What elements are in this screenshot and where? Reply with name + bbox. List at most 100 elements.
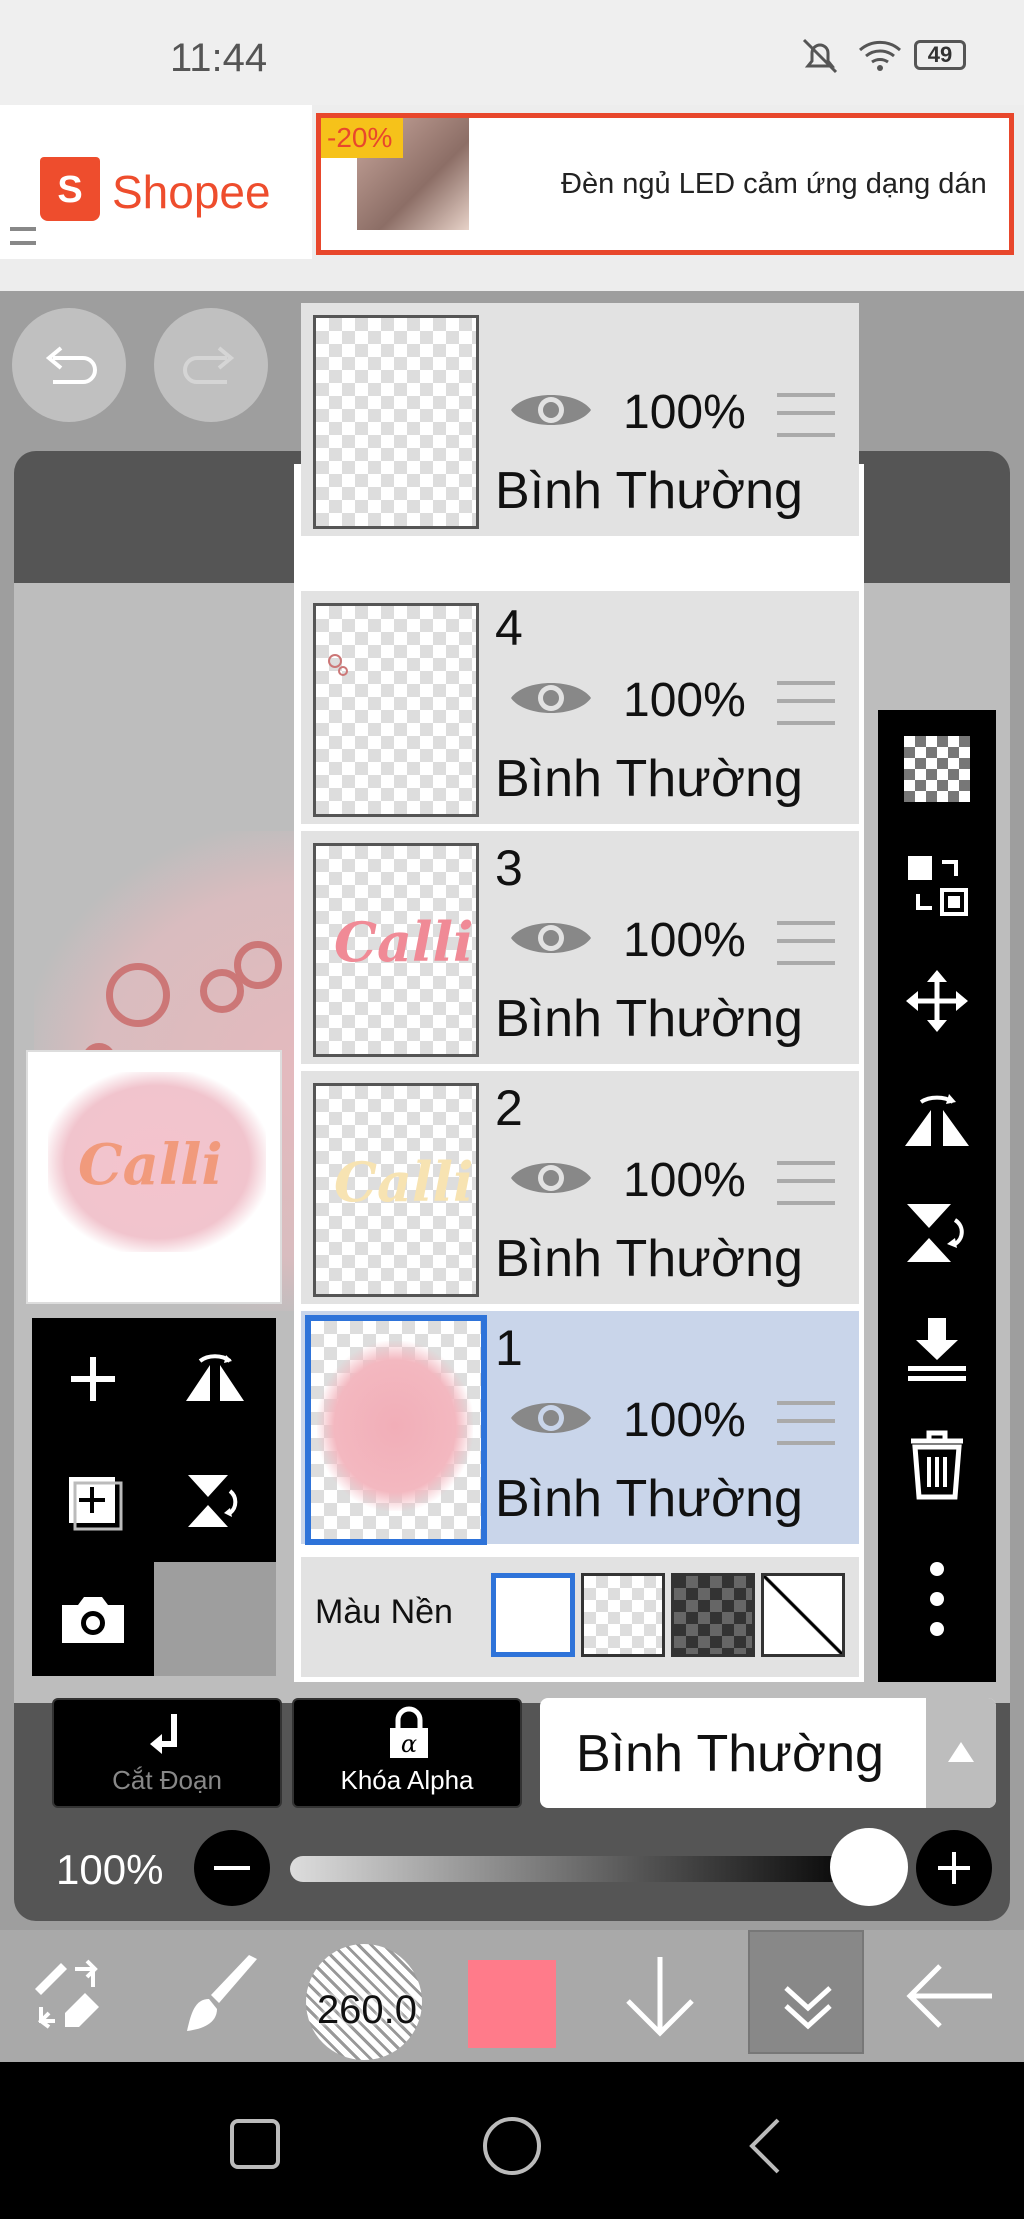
layer-blend-mode: Bình Thường xyxy=(495,1470,803,1528)
thumb-art-text: Calli xyxy=(78,1132,223,1198)
flip-vertical-button[interactable] xyxy=(878,1174,996,1292)
layers-clip xyxy=(297,303,867,467)
shopee-logo[interactable]: S Shopee xyxy=(0,105,312,259)
bg-dark-swatch[interactable] xyxy=(671,1573,755,1657)
blend-mode-value: Bình Thường xyxy=(576,1725,884,1783)
brush-icon xyxy=(187,1955,257,2031)
checker-icon xyxy=(904,736,970,802)
flip-layer-button[interactable] xyxy=(154,1318,276,1440)
opacity-decrease-button[interactable] xyxy=(194,1830,270,1906)
eye-icon[interactable] xyxy=(509,1153,593,1203)
minus-icon xyxy=(214,1866,250,1870)
rotate-flip-button[interactable] xyxy=(154,1440,276,1562)
back-arrow-button[interactable] xyxy=(890,1930,1010,2062)
flip-icon xyxy=(186,1354,244,1401)
bg-white-swatch[interactable] xyxy=(491,1573,575,1657)
blend-mode-select[interactable]: Bình Thường xyxy=(540,1698,996,1808)
undo-button[interactable] xyxy=(12,308,126,422)
brush-tool-button[interactable] xyxy=(160,1930,280,2062)
status-bar: 11:44 49 xyxy=(0,0,1024,105)
status-time: 11:44 xyxy=(170,36,268,80)
camera-button[interactable] xyxy=(32,1562,154,1676)
layer-drag-handle-icon[interactable] xyxy=(777,921,835,965)
transform-button[interactable] xyxy=(878,826,996,944)
blend-mode-arrow[interactable] xyxy=(926,1698,996,1808)
layers-toggle-button[interactable] xyxy=(748,1930,864,2054)
opacity-increase-button[interactable] xyxy=(916,1830,992,1906)
add-photo-layer-icon xyxy=(69,1477,123,1531)
ad-menu-icon[interactable] xyxy=(10,227,36,245)
layer-drag-handle-icon[interactable] xyxy=(777,1161,835,1205)
trash-icon xyxy=(911,1430,963,1500)
redo-button[interactable] xyxy=(154,308,268,422)
layer-thumbnail[interactable] xyxy=(305,1315,487,1545)
recent-apps-icon[interactable] xyxy=(226,2117,286,2173)
layer-number: 2 xyxy=(495,1080,523,1136)
background-label: Màu Nền xyxy=(315,1593,453,1631)
ad-product-card[interactable]: -20% Đèn ngủ LED cảm ứng dạng dán xyxy=(316,113,1014,255)
opacity-slider-knob[interactable] xyxy=(830,1828,908,1906)
merge-down-icon xyxy=(908,1318,966,1381)
alpha-lock-button[interactable]: α Khóa Alpha xyxy=(292,1698,522,1808)
move-button[interactable] xyxy=(878,942,996,1060)
ad-banner[interactable]: S Shopee -20% Đèn ngủ LED cảm ứng dạng d… xyxy=(0,105,1024,291)
layer-row-selected[interactable]: 1 100% Bình Thường xyxy=(301,1311,859,1547)
svg-text:α: α xyxy=(401,1730,417,1758)
merge-down-button[interactable] xyxy=(878,1290,996,1408)
add-layer-button[interactable] xyxy=(32,1318,154,1440)
left-tools-gap xyxy=(154,1562,276,1676)
camera-icon xyxy=(62,1597,124,1643)
add-layer-icon xyxy=(71,1357,115,1401)
clipping-icon xyxy=(150,1714,177,1754)
undo-icon xyxy=(45,346,97,384)
back-icon[interactable] xyxy=(740,2114,790,2178)
thumb-art-text: Calli xyxy=(334,910,474,974)
layer-number: 3 xyxy=(495,840,523,896)
bottom-toolbar: 260.0 xyxy=(0,1930,1024,2062)
add-photo-layer-button[interactable] xyxy=(32,1440,154,1562)
canvas-circle xyxy=(234,941,282,989)
arrow-down-icon xyxy=(626,1957,694,2037)
layer-blend-mode: Bình Thường xyxy=(495,990,803,1048)
layers-list: 100% Bình Thường 4 100% Bình Thường Call… xyxy=(294,303,864,1682)
thumb-art-text: Calli xyxy=(334,1150,474,1214)
layer-thumbnail[interactable]: Calli xyxy=(313,843,479,1057)
layer-drag-handle-icon[interactable] xyxy=(777,1401,835,1445)
layer-thumbnail[interactable] xyxy=(313,603,479,817)
right-tool-strip xyxy=(878,710,996,1682)
rotate-flip-icon xyxy=(188,1475,238,1527)
shopee-brand-text: Shopee xyxy=(112,166,271,218)
layer-thumbnail[interactable]: Calli xyxy=(313,1083,479,1297)
cut-label: Cắt Đoạn xyxy=(112,1765,222,1795)
layer-number: 1 xyxy=(495,1320,523,1376)
home-icon[interactable] xyxy=(480,2114,544,2178)
layer-row[interactable]: Calli 2 100% Bình Thường xyxy=(301,1071,859,1307)
eye-icon[interactable] xyxy=(509,673,593,723)
layer-drag-handle-icon[interactable] xyxy=(777,681,835,725)
shopee-bag-icon: S xyxy=(40,157,100,221)
layer-row[interactable]: Calli 3 100% Bình Thường xyxy=(301,831,859,1067)
layer-number: 4 xyxy=(495,600,523,656)
layer-row[interactable]: 4 100% Bình Thường xyxy=(301,591,859,827)
delete-layer-button[interactable] xyxy=(878,1406,996,1524)
opacity-slider[interactable] xyxy=(290,1856,870,1882)
bg-transparent-swatch[interactable] xyxy=(581,1573,665,1657)
checker-button[interactable] xyxy=(878,710,996,828)
more-options-button[interactable] xyxy=(878,1540,996,1658)
thumb-blob xyxy=(317,1341,473,1511)
eye-icon[interactable] xyxy=(509,913,593,963)
system-nav-bar xyxy=(0,2062,1024,2219)
left-tools xyxy=(32,1318,276,1676)
cut-button[interactable]: Cắt Đoạn xyxy=(52,1698,282,1808)
arrow-down-button[interactable] xyxy=(610,1930,710,2062)
canvas-thumbnail[interactable]: Calli xyxy=(26,1050,282,1304)
layer-blend-mode: Bình Thường xyxy=(495,1230,803,1288)
current-color-swatch[interactable] xyxy=(468,1960,556,2048)
alpha-lock-label: Khóa Alpha xyxy=(340,1765,474,1795)
eye-icon[interactable] xyxy=(509,1393,593,1443)
ad-discount-badge: -20% xyxy=(321,118,403,158)
brush-eraser-button[interactable] xyxy=(10,1930,130,2062)
flip-horizontal-button[interactable] xyxy=(878,1058,996,1176)
layer-opacity: 100% xyxy=(623,1154,746,1207)
bg-none-swatch[interactable] xyxy=(761,1573,845,1657)
